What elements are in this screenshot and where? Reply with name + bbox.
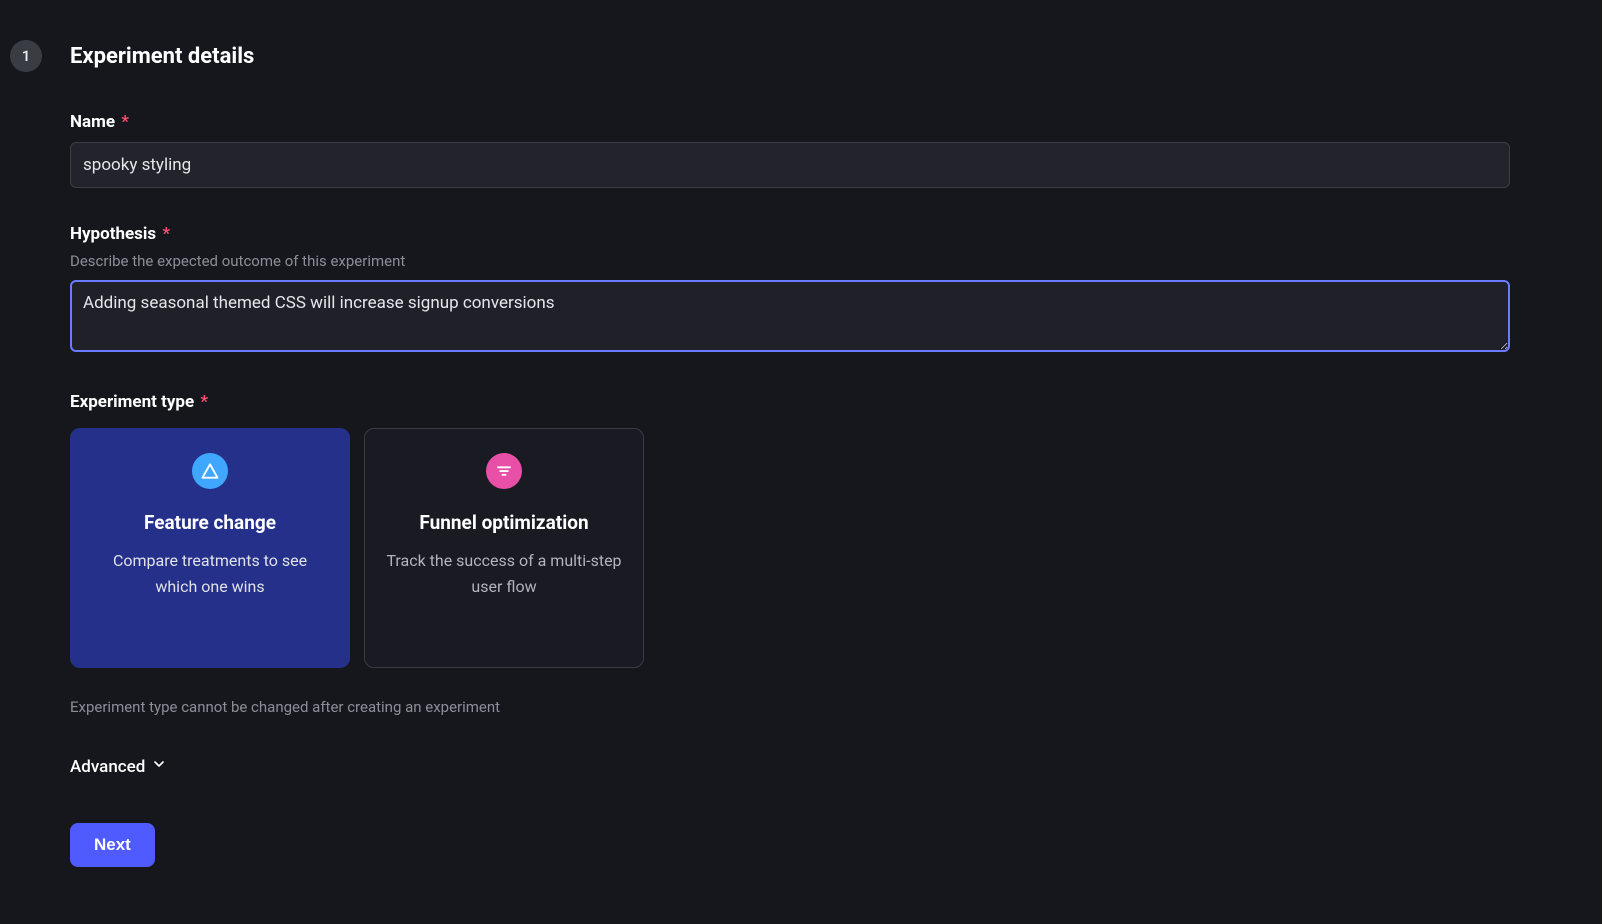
advanced-label: Advanced <box>70 757 145 777</box>
card-title: Funnel optimization <box>419 511 588 534</box>
required-indicator: * <box>117 112 129 132</box>
required-indicator: * <box>158 224 170 244</box>
hypothesis-hint: Describe the expected outcome of this ex… <box>70 252 1510 270</box>
advanced-toggle[interactable]: Advanced <box>70 756 167 777</box>
card-title: Feature change <box>144 511 276 534</box>
name-input[interactable] <box>70 142 1510 188</box>
experiment-type-label: Experiment type * <box>70 392 208 412</box>
experiment-type-note: Experiment type cannot be changed after … <box>70 698 1510 716</box>
step-number-badge: 1 <box>10 40 42 72</box>
card-desc: Compare treatments to see which one wins <box>91 548 329 599</box>
card-desc: Track the success of a multi-step user f… <box>385 548 623 599</box>
experiment-type-option-feature-change[interactable]: Feature change Compare treatments to see… <box>70 428 350 668</box>
experiment-type-option-funnel-optimization[interactable]: Funnel optimization Track the success of… <box>364 428 644 668</box>
required-indicator: * <box>196 392 208 412</box>
hypothesis-textarea[interactable]: Adding seasonal themed CSS will increase… <box>70 280 1510 352</box>
chevron-down-icon <box>151 756 167 777</box>
name-label: Name * <box>70 112 129 132</box>
hypothesis-label: Hypothesis * <box>70 224 170 244</box>
next-button[interactable]: Next <box>70 823 155 867</box>
triangle-icon <box>192 453 228 489</box>
filter-icon <box>486 453 522 489</box>
step-title: Experiment details <box>70 44 254 69</box>
